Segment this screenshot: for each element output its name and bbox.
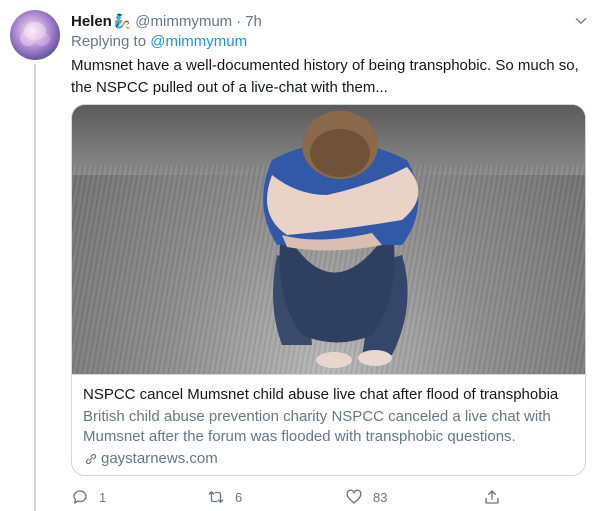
card-image xyxy=(72,105,585,374)
display-name[interactable]: Helen xyxy=(71,13,112,30)
thread-line xyxy=(34,64,36,511)
share-button[interactable] xyxy=(483,486,501,508)
card-domain-text: gaystarnews.com xyxy=(101,450,218,467)
card-description-line: Mumsnet after the forum was flooded with… xyxy=(83,428,516,445)
card-title[interactable]: NSPCC cancel Mumsnet child abuse live ch… xyxy=(83,385,573,405)
retweet-button[interactable]: 6 xyxy=(207,486,242,508)
action-bar: 1 6 83 xyxy=(71,486,531,508)
reply-count: 1 xyxy=(99,489,107,505)
card-domain[interactable]: gaystarnews.com xyxy=(83,449,573,469)
replying-prefix: Replying to xyxy=(71,33,147,50)
retweet-icon xyxy=(208,491,224,503)
retweet-count: 6 xyxy=(235,489,243,505)
link-card[interactable]: NSPCC cancel Mumsnet child abuse live ch… xyxy=(71,104,586,476)
tweet-text-line: Mumsnet have a well-documented history o… xyxy=(71,57,579,74)
heart-icon xyxy=(346,489,362,504)
replying-to-mention[interactable]: @mimmymum xyxy=(150,33,247,50)
card-description-line: British child abuse prevention charity N… xyxy=(83,408,551,425)
timestamp[interactable]: 7h xyxy=(245,13,262,30)
tweet[interactable]: Helen 🧞 @mimmymum · 7h Replying to @mimm… xyxy=(0,0,600,511)
replying-to: Replying to @mimmymum xyxy=(71,33,247,50)
name-emoji: 🧞 xyxy=(113,12,132,29)
link-icon xyxy=(85,453,97,465)
reply-icon xyxy=(73,490,87,504)
tweet-header: Helen 🧞 @mimmymum · 7h xyxy=(71,10,590,32)
avatar[interactable] xyxy=(10,10,60,60)
reply-button[interactable]: 1 xyxy=(71,486,106,508)
share-icon xyxy=(485,490,499,504)
user-handle[interactable]: @mimmymum xyxy=(135,13,232,30)
tweet-text-line: the NSPCC pulled out of a live-chat with… xyxy=(71,79,388,96)
separator-dot: · xyxy=(236,12,242,30)
like-count: 83 xyxy=(373,489,388,505)
like-button[interactable]: 83 xyxy=(345,486,387,508)
chevron-down-icon[interactable] xyxy=(572,12,590,30)
tweet-text: Mumsnet have a well-documented history o… xyxy=(71,55,591,99)
card-description: British child abuse prevention charity N… xyxy=(83,407,573,447)
card-body: NSPCC cancel Mumsnet child abuse live ch… xyxy=(72,374,585,475)
